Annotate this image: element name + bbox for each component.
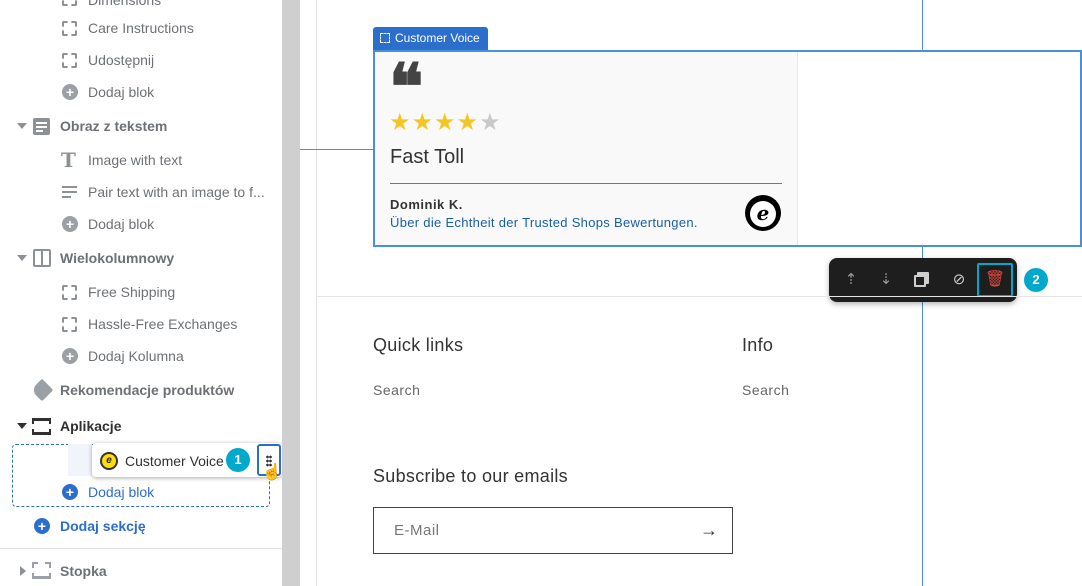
step-badge-1: 1 <box>226 448 250 472</box>
star-icon: ★ <box>434 109 457 136</box>
email-input[interactable]: E-Mail → <box>373 507 733 554</box>
sidebar-item-image-with-text[interactable]: T Image with text <box>0 144 282 176</box>
delete-button[interactable]: 🗑 <box>977 263 1013 297</box>
sidebar-add-block[interactable]: + Dodaj blok <box>0 208 282 240</box>
footer-divider <box>317 296 1082 297</box>
star-icon: ★ <box>389 109 412 136</box>
footer-icon <box>32 562 51 579</box>
sidebar-add-block-apps[interactable]: + Dodaj blok <box>0 476 282 508</box>
review-card: ❝ ★★★★★ Fast Toll Dominik K. Über die Ec… <box>375 52 798 245</box>
drag-placeholder <box>68 444 92 476</box>
review-divider <box>390 183 782 184</box>
sidebar-item-customer-voice[interactable]: e Customer Voice <box>92 443 282 477</box>
sidebar-item-label: Wielokolumnowy <box>60 250 175 266</box>
authenticity-link[interactable]: Über die Echtheit der Trusted Shops Bewe… <box>390 215 698 230</box>
quick-links-search[interactable]: Search <box>373 382 420 398</box>
plus-circle-icon: + <box>62 216 78 232</box>
sidebar-item-label: Pair text with an image to f... <box>88 184 265 200</box>
customer-voice-widget[interactable]: ❝ ★★★★★ Fast Toll Dominik K. Über die Ec… <box>373 50 1082 247</box>
info-search[interactable]: Search <box>742 382 789 398</box>
quick-links-heading: Quick links <box>373 335 464 355</box>
sidebar-item-label: Dodaj Kolumna <box>88 348 184 364</box>
duplicate-icon[interactable] <box>912 269 934 291</box>
star-icon: ★ <box>411 109 435 136</box>
sidebar-section-rekomendacje[interactable]: Rekomendacje produktów <box>0 374 282 406</box>
chevron-right-icon[interactable] <box>20 566 26 576</box>
sidebar-section-aplikacje[interactable]: Aplikacje <box>0 410 282 442</box>
review-author: Dominik K. <box>390 197 463 212</box>
star-icon: ★ <box>456 109 480 136</box>
sidebar-section-stopka[interactable]: Stopka <box>0 555 282 586</box>
columns-icon <box>33 249 51 267</box>
sidebar-divider <box>0 548 282 549</box>
block-dashed-icon <box>62 21 77 36</box>
trusted-shops-icon: e <box>100 452 118 470</box>
block-dashed-icon <box>62 53 77 68</box>
chevron-down-icon[interactable] <box>17 255 27 261</box>
trash-icon: 🗑 <box>984 271 1006 288</box>
sidebar-add-block[interactable]: + Dodaj blok <box>0 76 282 108</box>
guide-line-horizontal <box>300 149 373 150</box>
sidebar-scrollbar[interactable] <box>282 0 300 586</box>
plus-circle-icon: + <box>62 348 78 364</box>
text-block-icon <box>33 118 50 135</box>
sidebar-item-care-instructions[interactable]: Care Instructions <box>0 12 282 44</box>
star-rating: ★★★★★ <box>389 108 502 137</box>
move-up-icon[interactable]: ⇡ <box>840 269 862 291</box>
trusted-shops-logo-icon: e <box>745 195 781 231</box>
block-dashed-icon <box>62 285 77 300</box>
block-tag-label: Customer Voice <box>395 31 480 45</box>
subscribe-heading: Subscribe to our emails <box>373 466 568 486</box>
block-tag[interactable]: Customer Voice <box>373 27 488 50</box>
text-t-icon: T <box>61 148 76 172</box>
review-title: Fast Toll <box>390 146 465 168</box>
sidebar-item-udostepnij[interactable]: Udostępnij <box>0 44 282 76</box>
block-dashed-icon <box>62 317 77 332</box>
plus-circle-icon: + <box>62 484 78 500</box>
chevron-down-icon[interactable] <box>17 423 27 429</box>
sidebar: Dimensions Care Instructions Udostępnij … <box>0 0 282 586</box>
sidebar-item-label: Aplikacje <box>60 418 122 434</box>
sidebar-item-pair-text[interactable]: Pair text with an image to f... <box>0 176 282 208</box>
sidebar-item-label: Free Shipping <box>88 284 176 300</box>
sidebar-item-label: Dimensions <box>88 0 162 8</box>
paragraph-icon <box>62 185 77 199</box>
chevron-down-icon[interactable] <box>17 123 27 129</box>
tag-icon <box>30 378 54 402</box>
star-empty-icon: ★ <box>479 109 502 136</box>
sidebar-item-label: Rekomendacje produktów <box>60 382 235 398</box>
step-badge-2: 2 <box>1024 268 1048 292</box>
plus-circle-icon: + <box>34 518 50 534</box>
info-heading: Info <box>742 335 774 355</box>
sidebar-item-label: Dodaj blok <box>88 216 155 232</box>
apps-section-icon <box>32 418 51 435</box>
sidebar-section-wielokolumnowy[interactable]: Wielokolumnowy <box>0 242 282 274</box>
sidebar-item-label: Stopka <box>60 563 107 579</box>
sidebar-item-label: Dodaj sekcję <box>60 518 146 534</box>
sidebar-item-label: Image with text <box>88 152 183 168</box>
sidebar-item-free-shipping[interactable]: Free Shipping <box>0 276 282 308</box>
sidebar-item-label: Obraz z tekstem <box>60 118 168 134</box>
sidebar-item-label: Care Instructions <box>88 20 194 36</box>
sidebar-add-column[interactable]: + Dodaj Kolumna <box>0 340 282 372</box>
sidebar-item-label: Udostępnij <box>88 52 155 68</box>
sidebar-item-label: Dodaj blok <box>88 84 155 100</box>
sidebar-section-obraz-z-tekstem[interactable]: Obraz z tekstem <box>0 110 282 142</box>
sidebar-add-section[interactable]: + Dodaj sekcję <box>0 510 282 542</box>
arrow-right-icon[interactable]: → <box>700 520 718 541</box>
hide-icon[interactable]: ⊘ <box>948 269 970 291</box>
sidebar-item-label: Hassle-Free Exchanges <box>88 316 238 332</box>
sidebar-item-hassle-free[interactable]: Hassle-Free Exchanges <box>0 308 282 340</box>
plus-circle-icon: + <box>62 84 78 100</box>
hand-cursor-icon: ☝ <box>262 464 282 481</box>
block-dashed-icon <box>62 0 77 6</box>
move-down-icon[interactable]: ⇣ <box>875 269 897 291</box>
sidebar-item-label: Customer Voice <box>125 453 224 469</box>
sidebar-item-label: Dodaj blok <box>88 484 155 500</box>
block-dashed-icon <box>380 33 390 43</box>
email-placeholder: E-Mail <box>394 522 440 539</box>
